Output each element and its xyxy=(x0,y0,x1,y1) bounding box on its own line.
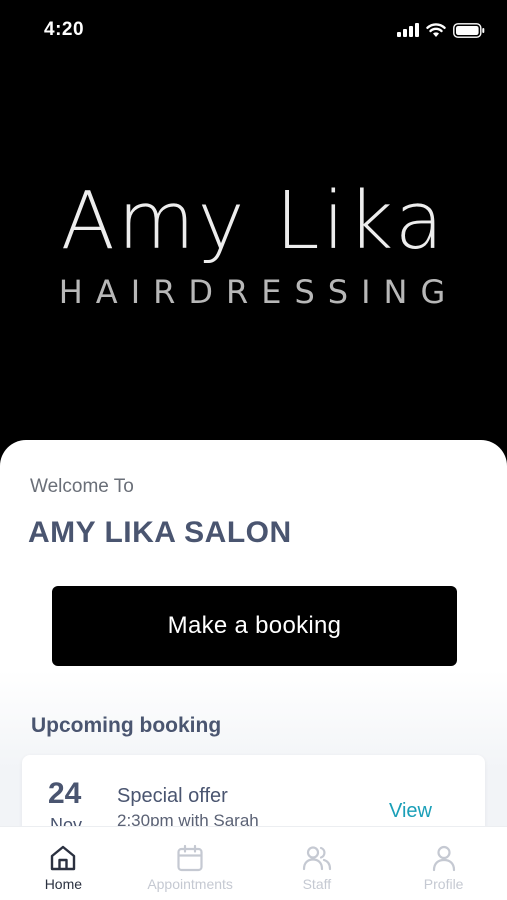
calendar-icon xyxy=(177,844,203,872)
bottom-tab-bar: Home Appointments Staff Profile xyxy=(0,826,507,900)
status-bar: 4:20 xyxy=(0,0,507,60)
tab-profile[interactable]: Profile xyxy=(380,827,507,900)
logo-subtitle: HAIRDRESSING xyxy=(58,273,459,311)
salon-name: AMY LIKA SALON xyxy=(28,516,292,549)
booking-day: 24 xyxy=(48,777,82,810)
make-booking-button[interactable]: Make a booking xyxy=(52,586,457,666)
users-icon xyxy=(302,846,331,871)
booking-title: Special offer xyxy=(117,785,228,807)
tab-home[interactable]: Home xyxy=(0,827,127,900)
tab-staff-label: Staff xyxy=(302,876,332,892)
battery-icon xyxy=(453,22,485,38)
tab-profile-label: Profile xyxy=(423,876,464,892)
tab-staff[interactable]: Staff xyxy=(254,827,381,900)
status-icons xyxy=(397,22,485,38)
tab-home-label: Home xyxy=(44,876,83,892)
welcome-text: Welcome To xyxy=(30,476,134,497)
status-time: 4:20 xyxy=(44,19,85,40)
home-icon xyxy=(51,845,76,871)
signal-icon xyxy=(397,23,419,37)
user-icon xyxy=(432,845,455,872)
upcoming-booking-title: Upcoming booking xyxy=(31,714,222,737)
tab-appointments-label: Appointments xyxy=(147,876,233,892)
logo-name: Amy Lika xyxy=(60,175,447,267)
tab-appointments[interactable]: Appointments xyxy=(127,827,254,900)
view-booking-link[interactable]: View xyxy=(389,800,432,823)
hero-banner: Amy Lika HAIRDRESSING xyxy=(0,60,507,460)
wifi-icon xyxy=(426,22,446,37)
